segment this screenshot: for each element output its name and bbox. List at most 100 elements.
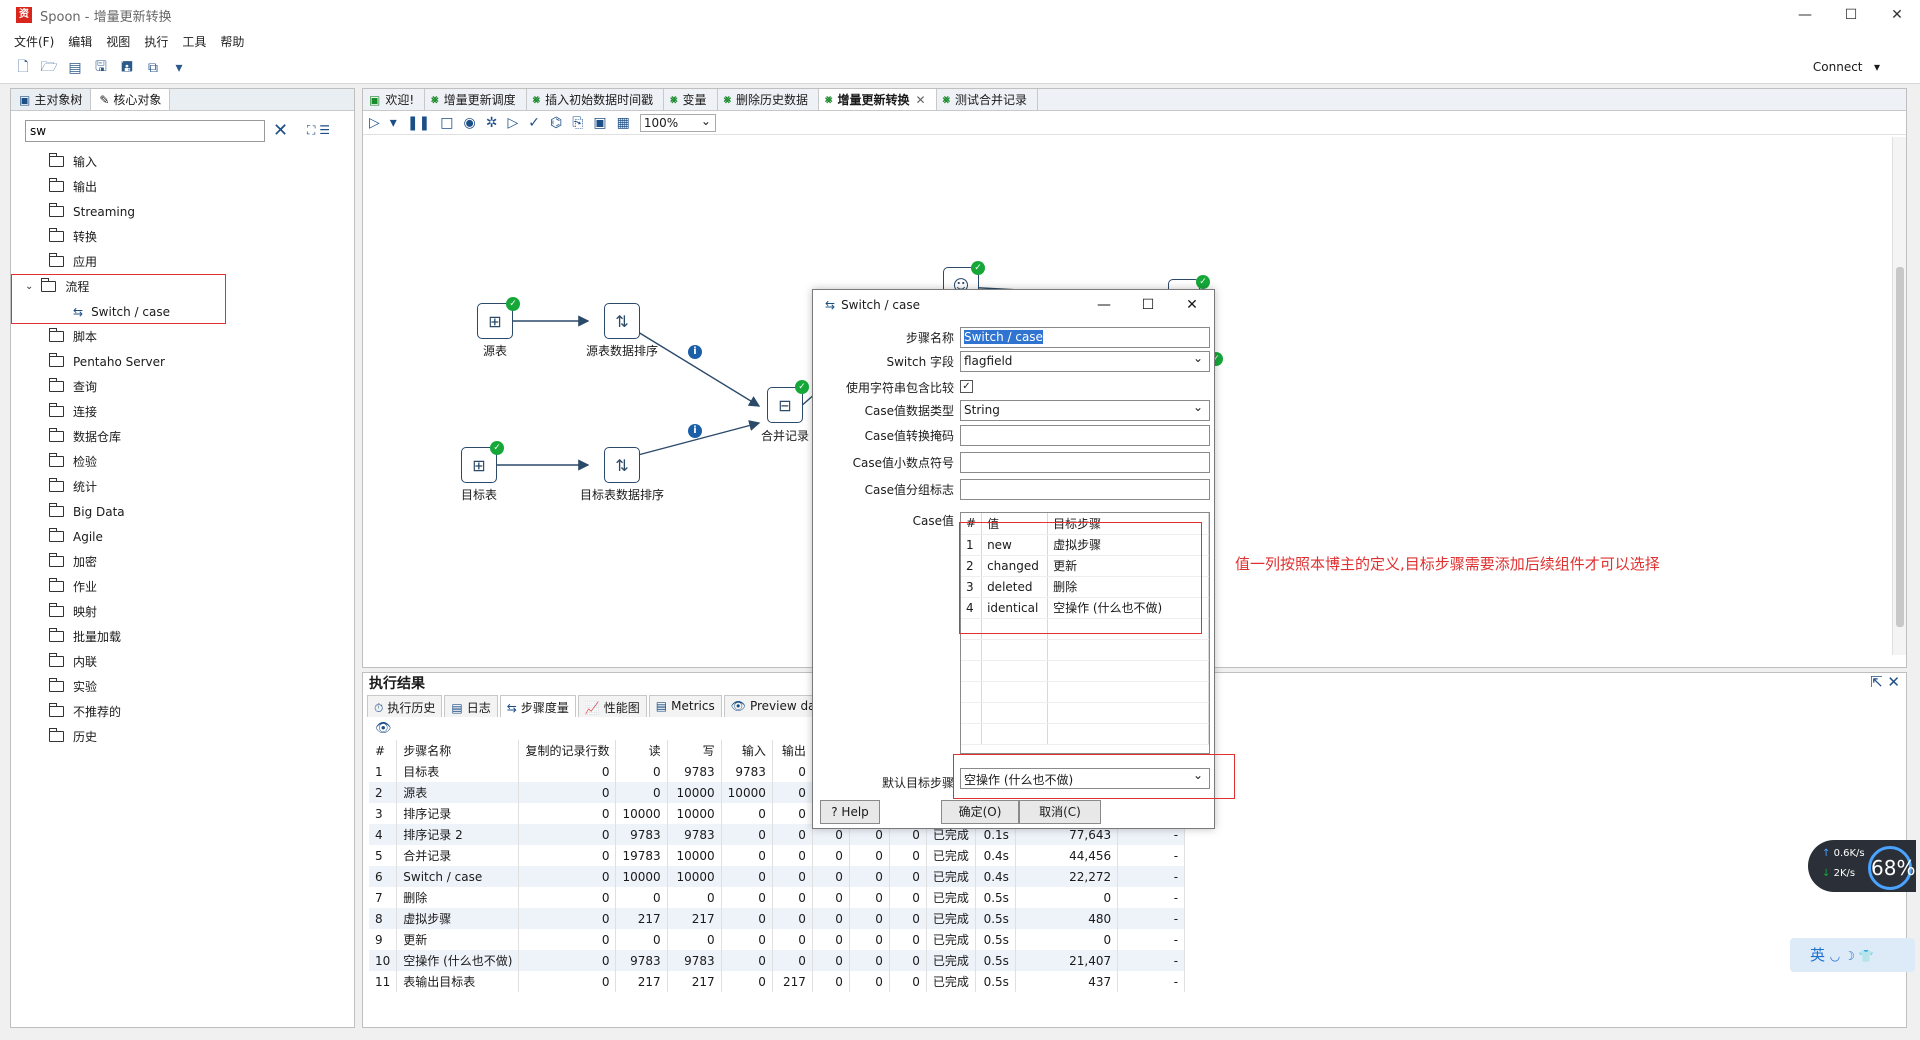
results-tab[interactable]: ⇆ 步骤度量: [499, 695, 576, 717]
menu-help[interactable]: 帮助: [220, 33, 244, 50]
tree-folder-item[interactable]: 应用: [11, 249, 354, 274]
tree-folder-item[interactable]: 数据仓库: [11, 424, 354, 449]
open-folder-icon[interactable]: 🗁: [38, 57, 60, 79]
new-file-icon[interactable]: 🗋: [12, 57, 34, 79]
case-row[interactable]: [961, 660, 1209, 682]
step-target-sort[interactable]: ⇅: [604, 447, 640, 483]
tree-folder-item[interactable]: 内联: [11, 649, 354, 674]
column-header[interactable]: 输出: [772, 740, 813, 761]
sql-icon[interactable]: ⎘: [572, 115, 583, 131]
tree-folder-item[interactable]: 实验: [11, 674, 354, 699]
hop-info-icon[interactable]: i: [688, 424, 702, 438]
tree-folder-item[interactable]: 查询: [11, 374, 354, 399]
case-cell[interactable]: [961, 702, 983, 724]
column-header[interactable]: 复制的记录行数: [518, 740, 617, 761]
tree-folder-item[interactable]: 连接: [11, 399, 354, 424]
case-cell[interactable]: [961, 723, 983, 745]
grouping-symbol-field[interactable]: [960, 479, 1210, 500]
column-header[interactable]: 输入: [721, 740, 773, 761]
table-row[interactable]: 8 虚拟步骤 0 217 217 0 0 0 0 0 已完成 0.5s 480-: [369, 908, 1186, 929]
column-header[interactable]: 读: [615, 740, 668, 761]
tree-folder-item[interactable]: 映射: [11, 599, 354, 624]
explore-repository-icon[interactable]: ▤: [64, 57, 86, 79]
table-row[interactable]: 5 合并记录 0 19783 10000 0 0 0 0 0 已完成 0.4s 44,456-: [369, 845, 1186, 866]
save-as-icon[interactable]: 🖪: [116, 57, 138, 79]
tree-folder-item[interactable]: 不推荐的: [11, 699, 354, 724]
tree-folder-item[interactable]: 批量加载: [11, 624, 354, 649]
table-row[interactable]: 11 表输出目标表 0 217 217 0 217 0 0 0 已完成 0.5s 437-: [369, 971, 1186, 992]
case-row[interactable]: [961, 723, 1209, 745]
results-window-controls[interactable]: ⇱ ✕: [1870, 673, 1900, 691]
editor-tab[interactable]: ⨳ 变量: [664, 89, 718, 110]
tree-folder-item[interactable]: Pentaho Server: [11, 349, 354, 374]
dialog-maximize-button[interactable]: ☐: [1126, 290, 1170, 320]
cancel-button[interactable]: 取消(C): [1019, 800, 1101, 824]
case-cell[interactable]: [981, 702, 1049, 724]
column-header[interactable]: 步骤名称: [396, 740, 520, 761]
results-tab[interactable]: ▤ 日志: [444, 695, 498, 717]
close-button[interactable]: ✕: [1874, 0, 1920, 30]
case-cell[interactable]: [1047, 681, 1209, 703]
editor-tab[interactable]: ⨳ 插入初始数据时间戳: [527, 89, 665, 110]
preview-icon[interactable]: ◉: [464, 115, 476, 131]
steps-search-input[interactable]: [25, 120, 265, 142]
editor-tab[interactable]: ⨳ 测试合并记录: [937, 89, 1039, 110]
case-cell[interactable]: [981, 723, 1049, 745]
tree-view-toggle-icon[interactable]: ⛶ ☰: [307, 123, 330, 138]
impact-icon[interactable]: ⌬: [550, 115, 562, 131]
case-cell[interactable]: [961, 639, 983, 661]
use-contains-checkbox[interactable]: ✓: [960, 380, 973, 393]
case-cell[interactable]: [961, 660, 983, 682]
results-tab[interactable]: ▤ Metrics: [648, 695, 722, 717]
menu-edit[interactable]: 编辑: [68, 33, 92, 50]
minimize-button[interactable]: —: [1782, 0, 1828, 30]
explore-db-icon[interactable]: ▣: [593, 115, 606, 131]
dialog-close-button[interactable]: ✕: [1170, 290, 1214, 320]
verify-icon[interactable]: ✓: [528, 115, 540, 131]
table-row[interactable]: 7 删除 0 0 0 0 0 0 0 0 已完成 0.5s 0-: [369, 887, 1186, 908]
case-row[interactable]: [961, 681, 1209, 703]
conversion-mask-field[interactable]: [960, 425, 1210, 446]
tab-main-object-tree[interactable]: ▣ 主对象树: [11, 89, 92, 110]
menu-view[interactable]: 视图: [106, 33, 130, 50]
case-type-select[interactable]: String: [960, 400, 1210, 421]
tree-folder-item[interactable]: 加密: [11, 549, 354, 574]
editor-tab[interactable]: ▣ 欢迎!: [363, 89, 426, 110]
save-icon[interactable]: 🖫: [90, 57, 112, 79]
help-button[interactable]: ? Help: [820, 800, 880, 824]
tree-folder-item[interactable]: 统计: [11, 474, 354, 499]
debug-icon[interactable]: ✲: [486, 115, 498, 131]
tree-folder-item[interactable]: 转换: [11, 224, 354, 249]
results-tab[interactable]: ⏱ 执行历史: [367, 695, 443, 717]
ime-toolbar[interactable]: 英 ◡ ☽ 👕: [1790, 938, 1915, 972]
pause-icon[interactable]: ❚❚: [407, 115, 430, 131]
step-source-sort[interactable]: ⇅: [604, 303, 640, 339]
tree-folder-item[interactable]: 输入: [11, 149, 354, 174]
run-icon[interactable]: ▷: [369, 115, 380, 131]
menu-run[interactable]: 执行: [144, 33, 168, 50]
case-row[interactable]: [961, 702, 1209, 724]
run-dropdown-icon[interactable]: ▾: [390, 115, 397, 131]
menu-file[interactable]: 文件(F): [14, 33, 54, 50]
canvas-vertical-scrollbar[interactable]: [1892, 137, 1906, 655]
dialog-minimize-button[interactable]: —: [1082, 290, 1126, 320]
switch-field-select[interactable]: flagfield: [960, 351, 1210, 372]
editor-tab[interactable]: ⨳ 增量更新调度: [425, 89, 527, 110]
table-row[interactable]: 9 更新 0 0 0 0 0 0 0 0 已完成 0.5s 0-: [369, 929, 1186, 950]
tab-core-objects[interactable]: ✎ 核心对象: [91, 89, 171, 110]
column-header[interactable]: 写: [667, 740, 722, 761]
editor-tab[interactable]: ⨳ 增量更新转换 ✕: [819, 89, 937, 110]
layers-dropdown-icon[interactable]: ▾: [168, 57, 190, 79]
stop-icon[interactable]: □: [440, 115, 453, 131]
tree-folder-item[interactable]: 作业: [11, 574, 354, 599]
case-cell[interactable]: [1047, 639, 1209, 661]
tree-folder-item[interactable]: Big Data: [11, 499, 354, 524]
menu-tools[interactable]: 工具: [182, 33, 206, 50]
case-cell[interactable]: [1047, 723, 1209, 745]
zoom-select[interactable]: 100%: [639, 113, 716, 132]
case-cell[interactable]: [1047, 702, 1209, 724]
tree-folder-item[interactable]: 输出: [11, 174, 354, 199]
tree-folder-item[interactable]: Streaming: [11, 199, 354, 224]
show-results-icon[interactable]: ▦: [617, 115, 630, 131]
case-row[interactable]: [961, 639, 1209, 661]
